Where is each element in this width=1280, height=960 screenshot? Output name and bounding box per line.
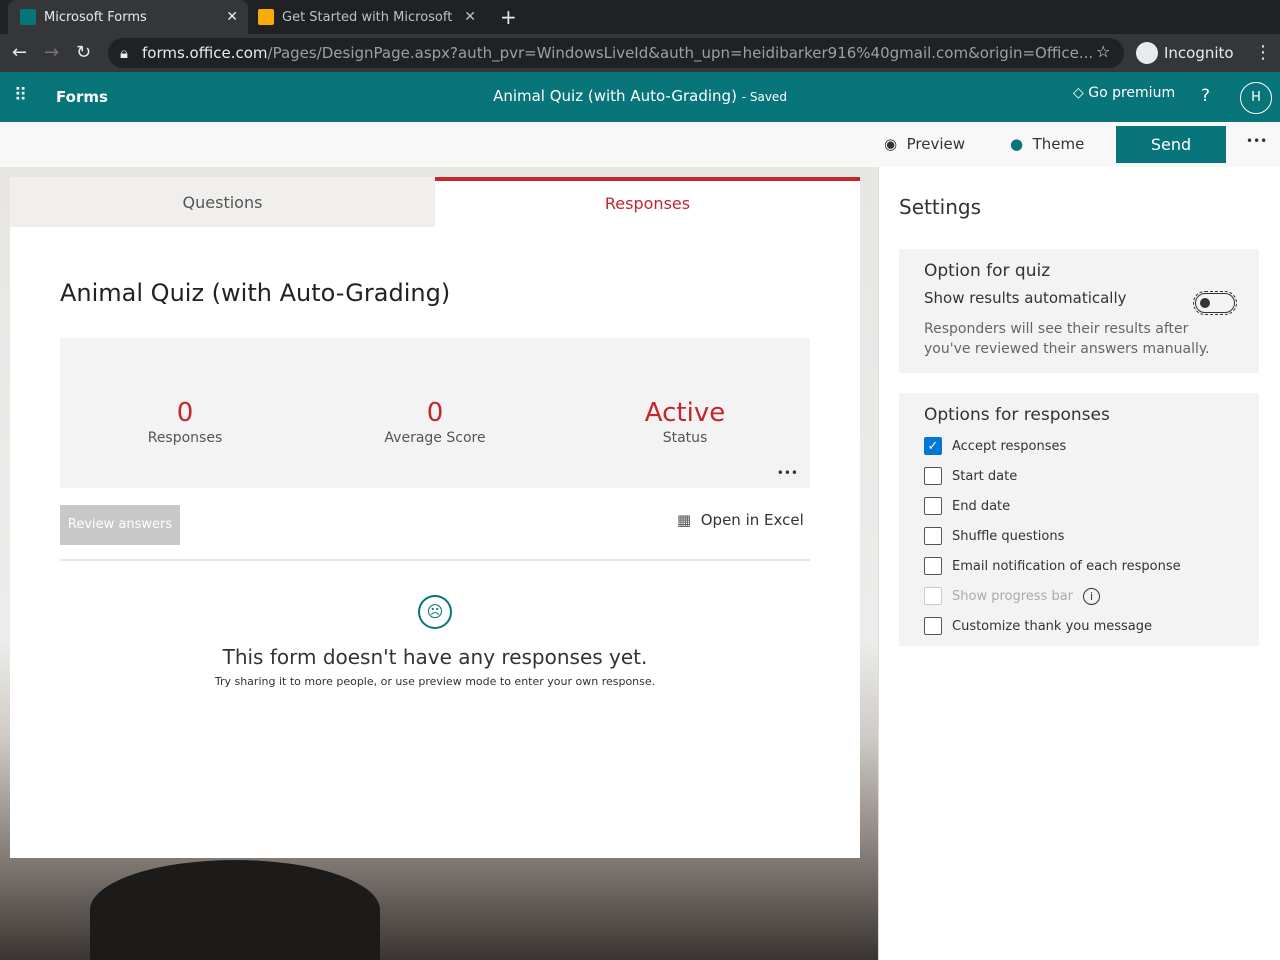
browser-tab-bar: Microsoft Forms ✕ Get Started with Micros… [0, 0, 1280, 34]
tab-title: Get Started with Microsoft [282, 9, 453, 25]
option-label: Start date [952, 468, 1018, 484]
divider [60, 559, 810, 561]
preview-label: Preview [906, 135, 966, 153]
empty-state-subtitle: Try sharing it to more people, or use pr… [214, 675, 656, 688]
option-label: Shuffle questions [952, 528, 1065, 544]
start-date-checkbox[interactable]: Start date [924, 461, 1234, 491]
show-results-toggle[interactable] [1193, 291, 1237, 315]
close-tab-icon[interactable]: ✕ [464, 9, 476, 25]
bookmark-star-icon[interactable]: ☆ [1096, 42, 1110, 61]
excel-label: Open in Excel [700, 511, 804, 529]
send-button[interactable]: Send [1116, 126, 1226, 163]
chess-piece-decoration [90, 860, 380, 960]
summary-panel: 0 Responses 0 Average Score Active Status •… [60, 338, 810, 488]
new-tab-icon[interactable]: + [500, 5, 517, 29]
stat-value: 0 [176, 398, 194, 428]
settings-title: Settings [899, 195, 982, 219]
open-in-excel-button[interactable]: ▦ Open in Excel [677, 511, 804, 529]
close-tab-icon[interactable]: ✕ [226, 9, 238, 25]
header-form-title: Animal Quiz (with Auto-Grading) [493, 87, 737, 105]
premium-label: Go premium [1088, 85, 1176, 101]
info-icon[interactable]: i [1083, 587, 1101, 605]
saved-status: - Saved [741, 90, 787, 104]
tab-questions[interactable]: Questions [10, 177, 435, 227]
stat-label: Status [662, 430, 708, 446]
forward-icon[interactable]: → [44, 42, 59, 63]
quiz-heading: Option for quiz [924, 261, 1051, 281]
settings-panel: Settings Option for quiz Show results au… [878, 167, 1280, 960]
command-bar: ◉ Preview ● Theme Send ••• [0, 122, 1280, 167]
accept-responses-checkbox[interactable]: ✓ Accept responses [924, 431, 1234, 461]
go-premium-button[interactable]: ◇ Go premium [1073, 85, 1175, 101]
stat-value: 0 [426, 398, 444, 428]
url-host: forms.office.com [142, 44, 268, 62]
eye-icon: ◉ [884, 135, 898, 153]
show-results-label: Show results automatically [924, 289, 1127, 307]
responses-heading: Options for responses [924, 405, 1110, 425]
stat-average-score: 0 Average Score [310, 398, 560, 446]
theme-label: Theme [1032, 135, 1085, 153]
lock-icon: 🔒︎ [120, 44, 128, 62]
tab-microsoft-forms[interactable]: Microsoft Forms ✕ [8, 0, 248, 34]
review-answers-button[interactable]: Review answers [60, 505, 180, 545]
help-icon[interactable]: ? [1201, 86, 1210, 106]
back-icon[interactable]: ← [12, 42, 27, 63]
stat-status: Active Status [560, 398, 810, 446]
option-label: Accept responses [952, 438, 1067, 454]
form-title: Animal Quiz (with Auto-Grading) [60, 279, 451, 307]
url-path: /Pages/DesignPage.aspx?auth_pvr=WindowsL… [267, 44, 1094, 62]
browser-toolbar: ← → ↻ 🔒︎ forms.office.com/Pages/DesignPag… [0, 34, 1280, 72]
sad-face-icon: ☹ [418, 595, 452, 629]
checkmark-icon: ✓ [924, 437, 942, 455]
response-options: Options for responses ✓ Accept responses … [899, 393, 1259, 646]
more-options-icon[interactable]: ••• [1246, 134, 1267, 148]
quiz-options: Option for quiz Show results automatical… [899, 249, 1259, 373]
diamond-icon: ◇ [1073, 85, 1084, 101]
tab-title: Microsoft Forms [44, 9, 147, 25]
option-label: Customize thank you message [952, 618, 1153, 634]
tab-responses[interactable]: Responses [435, 177, 860, 227]
option-label: Email notification of each response [952, 558, 1181, 574]
stat-value: Active [644, 398, 726, 428]
theme-icon: ● [1010, 135, 1024, 153]
empty-state-title: This form doesn't have any responses yet… [222, 645, 648, 669]
end-date-checkbox[interactable]: End date [924, 491, 1234, 521]
preview-button[interactable]: ◉ Preview [884, 135, 965, 153]
email-notification-checkbox[interactable]: Email notification of each response [924, 551, 1234, 581]
shuffle-questions-checkbox[interactable]: Shuffle questions [924, 521, 1234, 551]
forms-header: ⠿ Forms Animal Quiz (with Auto-Grading) … [0, 72, 1280, 122]
stat-responses: 0 Responses [60, 398, 310, 446]
stat-label: Responses [147, 430, 223, 446]
stat-label: Average Score [384, 430, 486, 446]
incognito-label: Incognito [1164, 44, 1234, 62]
option-label: End date [952, 498, 1011, 514]
tab-get-started[interactable]: Get Started with Microsoft ✕ [250, 0, 486, 34]
option-label: Show progress bar [952, 588, 1074, 604]
summary-more-icon[interactable]: ••• [777, 466, 798, 480]
form-card: Questions Responses Animal Quiz (with Au… [10, 177, 860, 858]
forms-favicon-icon [20, 9, 36, 25]
show-progress-bar-checkbox[interactable]: Show progress bar i [924, 581, 1234, 611]
address-bar[interactable]: 🔒︎ forms.office.com/Pages/DesignPage.aspx… [108, 38, 1124, 68]
avatar[interactable]: H [1240, 82, 1272, 114]
customize-thank-you-checkbox[interactable]: Customize thank you message [924, 611, 1234, 641]
reload-icon[interactable]: ↻ [76, 42, 91, 63]
theme-button[interactable]: ● Theme [1010, 135, 1084, 153]
quiz-note: Responders will see their results after … [924, 321, 1210, 357]
slides-favicon-icon [258, 9, 274, 25]
excel-icon: ▦ [677, 511, 692, 529]
incognito-badge[interactable]: Incognito [1132, 38, 1238, 68]
browser-menu-icon[interactable]: ⋮ [1254, 42, 1272, 63]
